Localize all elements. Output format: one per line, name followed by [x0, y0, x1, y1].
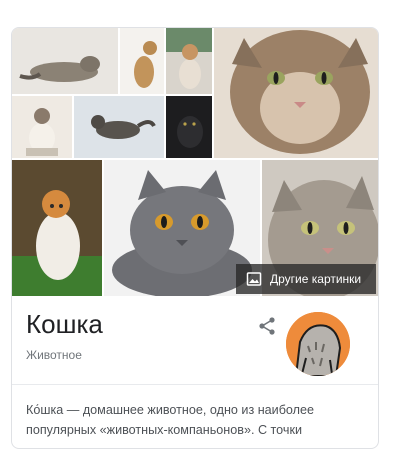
image-tabby-face[interactable] [214, 28, 378, 158]
divider [12, 384, 378, 385]
image-abyssinian-cat[interactable] [120, 28, 164, 94]
more-images-label: Другие картинки [270, 272, 362, 286]
share-icon[interactable] [257, 316, 277, 336]
cat-paw-thumbnail[interactable] [286, 312, 350, 376]
image-dark-cat[interactable] [166, 96, 212, 158]
entity-description: Ко́шка — домашнее животное, одно из наиб… [26, 403, 315, 437]
image-siamese-cat[interactable] [12, 96, 72, 158]
knowledge-panel: Другие картинки Кошка Животное Ко́шка — … [11, 27, 379, 449]
image-orange-white-cat[interactable] [12, 160, 102, 296]
entity-subtitle: Животное [26, 348, 82, 362]
image-sitting-cat[interactable] [166, 28, 212, 94]
more-images-button[interactable]: Другие картинки [236, 264, 376, 294]
entity-title: Кошка [26, 309, 103, 339]
image-lying-cat[interactable] [12, 28, 118, 94]
image-icon [246, 271, 262, 287]
image-walking-cat[interactable] [74, 96, 164, 158]
